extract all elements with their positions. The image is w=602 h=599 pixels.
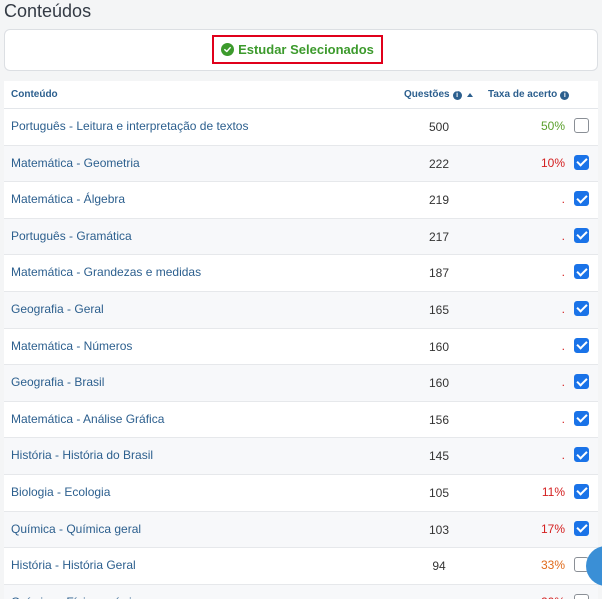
info-icon[interactable]: i: [452, 90, 462, 100]
questions-count: 187: [428, 266, 450, 281]
questions-count: 222: [428, 156, 450, 171]
row-select-checkbox[interactable]: [574, 227, 589, 243]
table-row: Matemática - Álgebra 219.: [4, 182, 598, 219]
questions-count: 500: [428, 120, 450, 134]
column-header-questions-label: Questões: [404, 89, 450, 100]
questions-count: 219: [428, 193, 450, 208]
hit-rate: 17%: [540, 521, 565, 536]
table-row: Biologia - Ecologia 105 11%: [4, 475, 598, 512]
column-header-content-label: Conteúdo: [11, 89, 58, 100]
table-row: Matemática - Números 160.: [4, 329, 598, 366]
table-row: Matemática - Grandezas e medidas 187.: [4, 255, 598, 292]
info-icon[interactable]: i: [560, 90, 570, 100]
row-select-checkbox[interactable]: [574, 593, 589, 599]
questions-count: 156: [428, 412, 450, 427]
hit-rate: 33%: [540, 558, 565, 573]
hit-rate: 20%: [541, 585, 565, 599]
hit-rate: .: [561, 265, 565, 280]
content-name-link[interactable]: Matemática - Análise Gráfica: [11, 402, 164, 437]
row-select-checkbox[interactable]: [574, 520, 589, 536]
content-name-link[interactable]: Geografia - Brasil: [11, 365, 104, 400]
table-row: Português - Leitura e interpretação de t…: [4, 109, 598, 146]
content-name-link[interactable]: Geografia - Geral: [11, 292, 104, 327]
questions-count: 103: [428, 522, 450, 537]
row-select-checkbox[interactable]: [574, 154, 589, 170]
row-select-checkbox[interactable]: [574, 300, 589, 316]
row-select-checkbox[interactable]: [574, 447, 589, 463]
hit-rate: 10%: [540, 155, 565, 170]
hit-rate: 50%: [540, 119, 565, 133]
content-name-link[interactable]: Português - Gramática: [11, 219, 132, 254]
table-row: Matemática - Análise Gráfica 156.: [4, 402, 598, 439]
hit-rate: 11%: [541, 484, 565, 499]
table-body: Português - Leitura e interpretação de t…: [4, 109, 598, 599]
hit-rate: .: [561, 338, 565, 353]
study-selected-label: Estudar Selecionados: [238, 42, 374, 57]
content-name-link[interactable]: Matemática - Números: [11, 329, 132, 364]
questions-count: 217: [428, 229, 450, 244]
content-name-link[interactable]: Matemática - Álgebra: [11, 182, 125, 217]
sort-ascending-icon[interactable]: [466, 93, 473, 97]
table-row: Matemática - Geometria 222 10%: [4, 145, 598, 183]
questions-count: 160: [428, 339, 450, 354]
row-select-checkbox[interactable]: [574, 410, 589, 426]
study-selected-button[interactable]: Estudar Selecionados: [212, 35, 383, 64]
hit-rate: .: [561, 301, 565, 316]
content-name-link[interactable]: Matemática - Grandezas e medidas: [11, 255, 201, 290]
table-row: Português - Gramática 217.: [4, 218, 598, 256]
hit-rate: .: [561, 448, 565, 463]
column-header-hit-rate[interactable]: Taxa de acerto i: [488, 81, 570, 109]
row-select-checkbox[interactable]: [574, 264, 589, 280]
content-name-link[interactable]: Química - Físico-química: [11, 585, 144, 599]
table-row: Química - Química geral 103 17%: [4, 511, 598, 549]
hit-rate: .: [561, 192, 565, 207]
table-row: História - História Geral 94 33%: [4, 548, 598, 585]
check-circle-icon: [221, 43, 235, 56]
questions-count: 94: [432, 559, 446, 574]
table-row: História - História do Brasil 145.: [4, 438, 598, 475]
content-table: Conteúdo Questões i Taxa de acerto i Por…: [4, 81, 598, 599]
row-select-checkbox[interactable]: [574, 337, 589, 353]
content-name-link[interactable]: Biologia - Ecologia: [11, 475, 110, 510]
table-header: Conteúdo Questões i Taxa de acerto i: [4, 81, 598, 109]
content-name-link[interactable]: Português - Leitura e interpretação de t…: [11, 109, 248, 144]
hit-rate: .: [561, 228, 565, 243]
content-name-link[interactable]: Química - Química geral: [11, 512, 141, 547]
questions-count: 145: [428, 449, 450, 464]
hit-rate: .: [561, 375, 565, 390]
hit-rate: .: [561, 411, 565, 426]
questions-count: 165: [428, 302, 450, 317]
questions-count: 160: [428, 376, 450, 391]
row-select-checkbox[interactable]: [574, 191, 589, 207]
row-select-checkbox[interactable]: [574, 374, 589, 390]
content-name-link[interactable]: Matemática - Geometria: [11, 146, 140, 181]
column-header-questions[interactable]: Questões i: [404, 81, 473, 109]
row-select-checkbox[interactable]: [574, 483, 589, 499]
table-row: Química - Físico-química 20%: [4, 584, 598, 599]
questions-count: [409, 585, 469, 599]
questions-count: 105: [428, 485, 450, 500]
column-header-content[interactable]: Conteúdo: [11, 81, 58, 109]
page-title: Conteúdos: [4, 1, 92, 21]
table-row: Geografia - Geral 165.: [4, 291, 598, 329]
column-header-hit-rate-label: Taxa de acerto: [488, 89, 558, 100]
row-select-checkbox[interactable]: [574, 118, 589, 133]
content-name-link[interactable]: História - História do Brasil: [11, 438, 153, 473]
content-name-link[interactable]: História - História Geral: [11, 548, 136, 583]
table-row: Geografia - Brasil 160.: [4, 365, 598, 402]
